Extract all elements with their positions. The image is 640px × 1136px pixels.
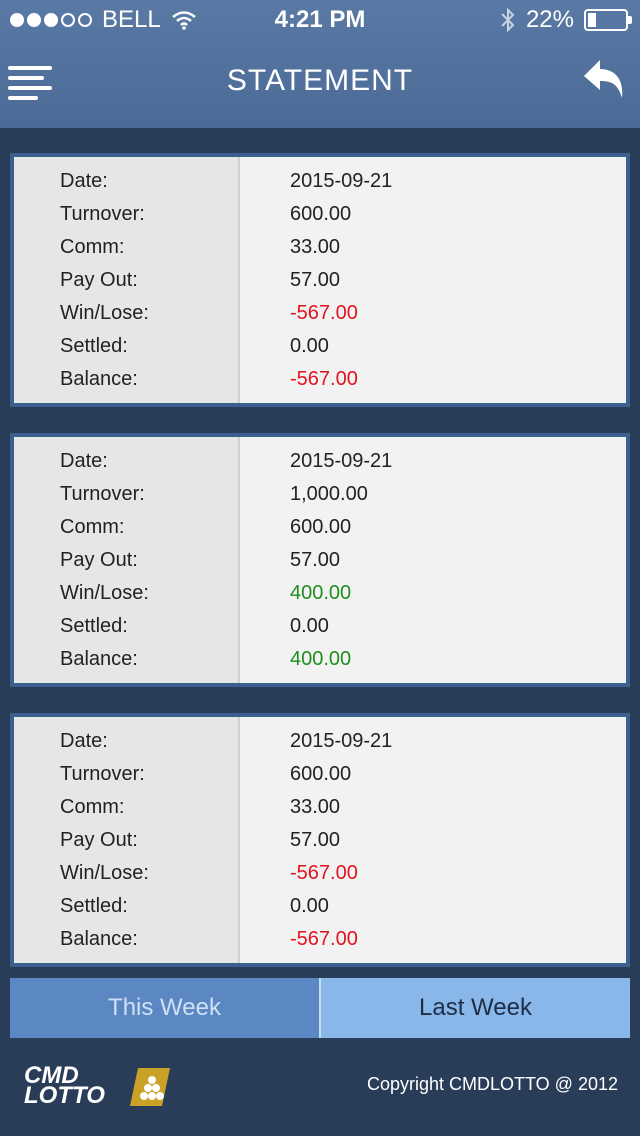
battery-level-fill	[588, 13, 596, 27]
row-winlose: Win/Lose: -567.00	[14, 857, 626, 890]
row-settled: Settled: 0.00	[14, 610, 626, 643]
turnover-label: Turnover:	[60, 763, 145, 785]
comm-value: 33.00	[290, 796, 341, 818]
winlose-label: Win/Lose:	[60, 582, 149, 604]
winlose-value: -567.00	[290, 302, 358, 324]
comm-value: 600.00	[290, 516, 352, 538]
balance-label: Balance:	[60, 928, 138, 950]
row-turnover: Turnover: 1,000.00	[14, 478, 626, 511]
logo-line-2: LOTTO	[24, 1082, 105, 1109]
row-balance: Balance: 400.00	[14, 643, 626, 676]
payout-value: 57.00	[290, 549, 341, 571]
settled-label: Settled:	[60, 335, 128, 357]
comm-label: Comm:	[60, 236, 125, 258]
date-label: Date:	[60, 450, 108, 472]
balance-value: 400.00	[290, 648, 352, 670]
row-settled: Settled: 0.00	[14, 890, 626, 923]
balance-label: Balance:	[60, 648, 138, 670]
copyright-text: Copyright CMDLOTTO @ 2012	[366, 1074, 618, 1094]
comm-label: Comm:	[60, 796, 125, 818]
date-label: Date:	[60, 170, 108, 192]
lotto-balls-icon	[130, 1068, 170, 1106]
row-settled: Settled: 0.00	[14, 330, 626, 363]
footer: CMD LOTTO Copyright CMDLOTTO @ 2012	[0, 1050, 640, 1136]
payout-label: Pay Out:	[60, 269, 138, 291]
turnover-label: Turnover:	[60, 483, 145, 505]
date-value: 2015-09-21	[290, 450, 393, 472]
row-payout: Pay Out: 57.00	[14, 544, 626, 577]
comm-value: 33.00	[290, 236, 341, 258]
balance-label: Balance:	[60, 368, 138, 390]
payout-value: 57.00	[290, 829, 341, 851]
row-date: Date: 2015-09-21	[14, 445, 626, 478]
row-balance: Balance: -567.00	[14, 923, 626, 956]
page-title: STATEMENT	[226, 64, 414, 97]
turnover-value: 1,000.00	[290, 483, 368, 505]
tab-last-week[interactable]: Last Week	[319, 978, 630, 1038]
status-bar: BELL 4:21 PM 22%	[0, 0, 640, 40]
logo-text: CMD LOTTO	[24, 1064, 105, 1109]
winlose-label: Win/Lose:	[60, 862, 149, 884]
payout-value: 57.00	[290, 269, 341, 291]
payout-label: Pay Out:	[60, 829, 138, 851]
reply-arrow-icon	[584, 60, 623, 98]
settled-value: 0.00	[290, 335, 329, 357]
bluetooth-icon	[501, 7, 515, 33]
row-date: Date: 2015-09-21	[14, 725, 626, 758]
winlose-label: Win/Lose:	[60, 302, 149, 324]
battery-icon	[584, 9, 632, 31]
row-turnover: Turnover: 600.00	[14, 198, 626, 231]
battery-percent: 22%	[525, 6, 574, 33]
winlose-value: 400.00	[290, 582, 352, 604]
turnover-value: 600.00	[290, 763, 352, 785]
statement-card: Date: 2015-09-21 Turnover: 1,000.00 Comm…	[10, 433, 630, 687]
row-comm: Comm: 33.00	[14, 231, 626, 264]
row-payout: Pay Out: 57.00	[14, 824, 626, 857]
tab-this-week[interactable]: This Week	[10, 978, 319, 1038]
comm-label: Comm:	[60, 516, 125, 538]
statement-card: Date: 2015-09-21 Turnover: 600.00 Comm: …	[10, 153, 630, 407]
statement-list: Date: 2015-09-21 Turnover: 600.00 Comm: …	[10, 153, 630, 993]
settled-label: Settled:	[60, 895, 128, 917]
payout-label: Pay Out:	[60, 549, 138, 571]
balance-value: -567.00	[290, 368, 358, 390]
winlose-value: -567.00	[290, 862, 358, 884]
turnover-value: 600.00	[290, 203, 352, 225]
row-turnover: Turnover: 600.00	[14, 758, 626, 791]
statement-card: Date: 2015-09-21 Turnover: 600.00 Comm: …	[10, 713, 630, 967]
settled-label: Settled:	[60, 615, 128, 637]
row-winlose: Win/Lose: -567.00	[14, 297, 626, 330]
back-button[interactable]	[580, 56, 628, 104]
row-date: Date: 2015-09-21	[14, 165, 626, 198]
date-value: 2015-09-21	[290, 170, 393, 192]
week-tabs: This Week Last Week	[10, 978, 630, 1038]
date-label: Date:	[60, 730, 108, 752]
row-comm: Comm: 600.00	[14, 511, 626, 544]
settled-value: 0.00	[290, 615, 329, 637]
row-balance: Balance: -567.00	[14, 363, 626, 396]
cmdlotto-logo: CMD LOTTO	[24, 1064, 170, 1110]
turnover-label: Turnover:	[60, 203, 145, 225]
date-value: 2015-09-21	[290, 730, 393, 752]
row-comm: Comm: 33.00	[14, 791, 626, 824]
settled-value: 0.00	[290, 895, 329, 917]
status-right: 22%	[500, 6, 632, 34]
header: BELL 4:21 PM 22% STATEMENT	[0, 0, 640, 128]
nav-bar: STATEMENT	[0, 40, 640, 128]
balance-value: -567.00	[290, 928, 358, 950]
row-payout: Pay Out: 57.00	[14, 264, 626, 297]
row-winlose: Win/Lose: 400.00	[14, 577, 626, 610]
